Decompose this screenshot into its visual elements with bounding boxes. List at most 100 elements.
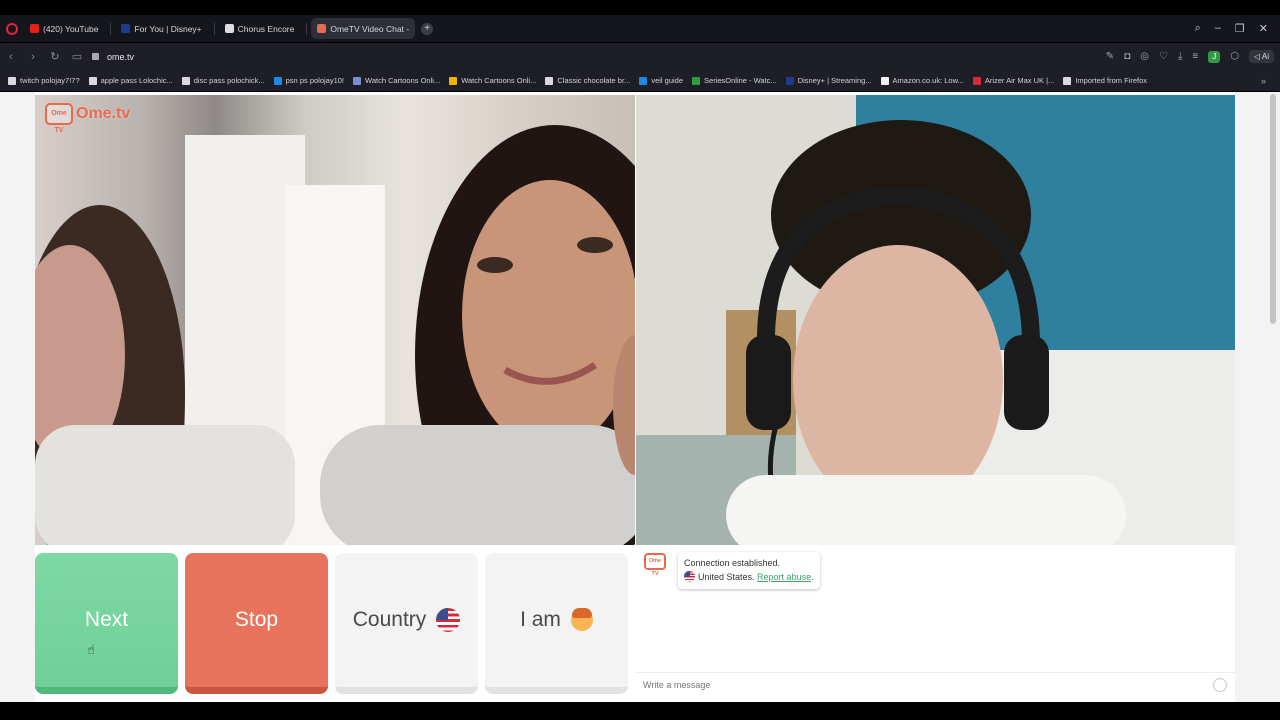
bookmark-item[interactable]: Imported from Firefox (1063, 76, 1147, 85)
disney-icon (121, 24, 131, 33)
eye-right (577, 237, 613, 253)
window-controls: ⌕ – ❐ ✕ (1195, 22, 1268, 35)
bookmark-label: twitch polojay7!7? (20, 76, 80, 85)
bookmark-favicon-icon (353, 76, 362, 85)
bookmark-label: Imported from Firefox (1075, 76, 1147, 85)
emoji-picker-icon[interactable] (1213, 678, 1227, 692)
next-button[interactable]: Next (35, 553, 178, 694)
ometv-watermark: Ome TV Ome.tv (45, 103, 131, 134)
menu-icon[interactable]: ≡ (1192, 51, 1198, 62)
connection-status: Connection established. (684, 558, 781, 568)
bookmark-item[interactable]: Watch Cartoons Onli... (449, 76, 536, 85)
bookmark-favicon-icon (273, 76, 282, 85)
boy-emoji-icon (570, 608, 593, 631)
bookmark-favicon-icon (880, 76, 889, 85)
lock-icon (92, 53, 99, 60)
bookmark-favicon-icon (449, 76, 458, 85)
headphone-left (746, 335, 791, 430)
search-tabs-icon[interactable]: ⌕ (1195, 22, 1201, 35)
bookmark-item[interactable]: apple pass Lolochic... (88, 76, 173, 85)
page-scrollbar[interactable] (1270, 94, 1276, 324)
bookmark-favicon-icon (692, 76, 701, 85)
screen-frame: (420) YouTube For You | Disney+ Chorus E… (0, 0, 1280, 720)
tab-disney[interactable]: For You | Disney+ (115, 18, 207, 39)
ai-button[interactable]: ◁ Ai (1248, 50, 1274, 63)
profile-extension-icon[interactable]: J (1208, 50, 1221, 63)
tab-ometv[interactable]: OmeTV Video Chat - (311, 18, 416, 39)
download-icon[interactable]: ⤓ (1178, 51, 1182, 62)
tv-logo-icon: Ome TV (45, 103, 73, 134)
bookmark-label: psn ps polojay10! (285, 76, 345, 85)
person-face (793, 245, 1003, 515)
heart-icon[interactable]: ♡ (1159, 51, 1168, 62)
bookmark-item[interactable]: twitch polojay7!7? (8, 76, 80, 85)
self-video (636, 95, 1235, 545)
bookmark-item[interactable]: psn ps polojay10! (273, 76, 345, 85)
extensions-icon[interactable]: ⬡ (1230, 51, 1239, 62)
tab-youtube[interactable]: (420) YouTube (24, 18, 104, 39)
tab-chorus[interactable]: Chorus Encore (219, 18, 301, 39)
message-input[interactable] (643, 680, 1183, 690)
edit-icon[interactable]: ✎ (1106, 51, 1114, 62)
tab-label: OmeTV Video Chat - (330, 23, 410, 34)
country-label: Country (352, 608, 427, 631)
bookmark-item[interactable]: Amazon.co.uk: Low... (880, 76, 964, 85)
bookmark-item[interactable]: SeriesOnline - Watc... (692, 76, 777, 85)
browser-tab-bar: (420) YouTube For You | Disney+ Chorus E… (0, 15, 1280, 42)
page-margin-left (0, 92, 35, 702)
tab-label: For You | Disney+ (134, 23, 202, 34)
tab-separator (306, 22, 308, 35)
bookmark-favicon-icon (181, 76, 190, 85)
forward-icon[interactable]: › (22, 51, 44, 63)
report-abuse-link[interactable]: Report abuse (757, 572, 811, 582)
new-tab-button[interactable]: + (421, 22, 434, 35)
bookmark-label: veil guide (651, 76, 684, 85)
bookmark-item[interactable]: Classic chocolate br... (545, 76, 630, 85)
headphone-right (1004, 335, 1049, 430)
bookmark-label: Arizer Air Max UK |... (984, 76, 1055, 85)
country-button[interactable]: Country (335, 553, 478, 694)
address-bar-actions: ✎ ◘ ◎ ♡ ⤓ ≡ J ⬡ ◁ Ai (1106, 50, 1274, 63)
logo-text: Ome.tv (76, 105, 131, 122)
vpn-icon[interactable]: ◎ (1140, 51, 1149, 62)
stranger-video-scene (35, 125, 635, 545)
bookmark-favicon-icon (972, 76, 981, 85)
restore-icon[interactable]: ❐ (1235, 22, 1245, 35)
bookmark-favicon-icon (8, 76, 16, 85)
person-shirt (726, 475, 1126, 545)
us-flag-icon (684, 571, 695, 582)
tabs-overview-icon[interactable]: ▭ (66, 50, 88, 63)
bookmark-label: Classic chocolate br... (557, 76, 631, 85)
camera-icon[interactable]: ◘ (1124, 51, 1130, 62)
report-suffix: . (811, 572, 814, 582)
back-icon[interactable]: ‹ (0, 51, 22, 63)
bookmark-label: Watch Cartoons Onli... (365, 76, 441, 85)
bookmark-item[interactable]: Watch Cartoons Onli... (353, 76, 440, 85)
bookmark-item[interactable]: veil guide (639, 76, 683, 85)
stranger-country: United States. (698, 572, 755, 582)
bookmark-label: Watch Cartoons Onli... (461, 76, 537, 85)
minimize-icon[interactable]: – (1215, 22, 1221, 35)
tab-separator (213, 22, 215, 35)
url-field[interactable]: ome.tv (107, 52, 134, 62)
stop-button[interactable]: Stop (185, 553, 328, 694)
chorus-icon (224, 24, 234, 33)
bookmark-favicon-icon (1063, 76, 1072, 85)
chat-panel: Ome TV Connection established. United St… (636, 547, 1235, 697)
message-input-row (636, 672, 1235, 697)
country-line: United States. Report abuse. (684, 570, 814, 584)
reload-icon[interactable]: ↻ (44, 50, 66, 63)
bookmark-item[interactable]: Arizer Air Max UK |... (972, 76, 1055, 85)
bookmark-label: apple pass Lolochic... (100, 76, 173, 85)
bookmark-item[interactable]: disc pass polochick... (181, 76, 265, 85)
tab-separator (110, 22, 112, 35)
ometv-chat-logo-icon: Ome TV (644, 553, 666, 577)
close-icon[interactable]: ✕ (1259, 22, 1268, 35)
bookmark-item[interactable]: Disney+ | Streaming... (785, 76, 872, 85)
tab-label: Chorus Encore (237, 23, 295, 34)
bookmarks-more-icon[interactable]: » (1261, 76, 1266, 86)
youtube-icon (30, 24, 39, 33)
ai-label: Ai (1261, 52, 1269, 61)
i-am-button[interactable]: I am (485, 553, 628, 694)
opera-logo-icon[interactable] (6, 22, 18, 35)
